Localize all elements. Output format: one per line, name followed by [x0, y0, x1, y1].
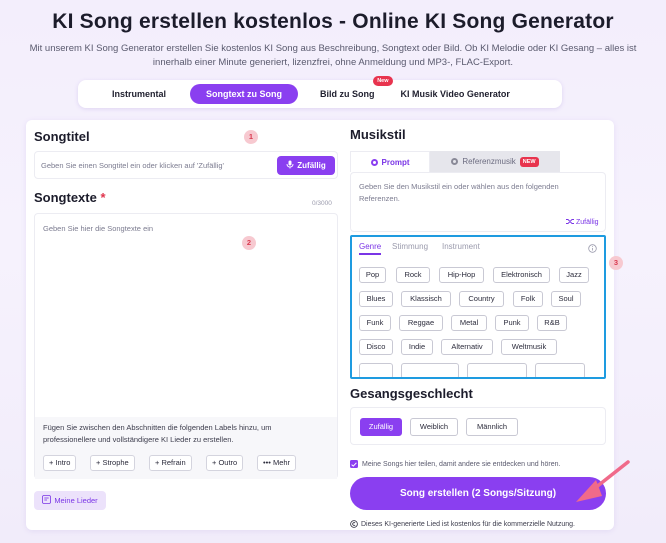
music-list-icon [42, 495, 52, 506]
musikstil-prompt-box[interactable]: Geben Sie den Musikstil ein oder wählen … [350, 172, 606, 232]
genre-chip-klassisch[interactable]: Klassisch [401, 291, 451, 307]
genre-chip-rock[interactable]: Rock [396, 267, 430, 283]
label-strophe[interactable]: + Strophe [90, 455, 135, 471]
gender-box: Zufällig Weiblich Männlich [350, 407, 606, 445]
label-more[interactable]: ••• Mehr [257, 455, 297, 471]
subtab-stimmung[interactable]: Stimmung [392, 242, 428, 251]
genre-chip-partial [467, 363, 527, 377]
info-icon[interactable] [588, 240, 597, 258]
gender-random[interactable]: Zufällig [360, 418, 402, 436]
genre-chip-elektronisch[interactable]: Elektronisch [493, 267, 550, 283]
genre-chip-hip-hop[interactable]: Hip-Hop [439, 267, 484, 283]
page-subtitle: Mit unserem KI Song Generator erstellen … [29, 43, 637, 68]
gender-female[interactable]: Weiblich [410, 418, 458, 436]
genre-chip-folk[interactable]: Folk [513, 291, 543, 307]
genre-chip-rnb[interactable]: R&B [537, 315, 567, 331]
genre-chip-country[interactable]: Country [459, 291, 504, 307]
step-badge-2: 2 [242, 236, 256, 250]
genre-chip-partial [535, 363, 585, 377]
gender-male[interactable]: Männlich [466, 418, 518, 436]
tab-songtext-zu-song[interactable]: Songtext zu Song [190, 84, 299, 104]
genre-chip-jazz[interactable]: Jazz [559, 267, 589, 283]
genre-chip-metal[interactable]: Metal [451, 315, 487, 331]
genre-chip-partial [401, 363, 459, 377]
lyrics-counter: 0/3000 [312, 200, 332, 207]
songtitle-field[interactable]: Geben Sie einen Songtitel ein oder klick… [34, 151, 338, 179]
genre-chip-disco[interactable]: Disco [359, 339, 393, 355]
page-title: KI Song erstellen kostenlos - Online KI … [52, 10, 614, 33]
genre-chip-funk[interactable]: Funk [359, 315, 391, 331]
subtab-instrument[interactable]: Instrument [442, 242, 480, 251]
songtitle-input[interactable]: Geben Sie einen Songtitel ein oder klick… [41, 161, 224, 170]
shuffle-icon [566, 218, 574, 227]
radio-unselected-icon [451, 158, 459, 165]
reference-panel: Genre Stimmung Instrument Pop Rock Hip-H… [350, 235, 606, 379]
genre-chip-reggae[interactable]: Reggae [399, 315, 443, 331]
step-badge-1: 1 [244, 130, 258, 144]
tab-ki-musik-video[interactable]: KI Musik Video Generator [389, 84, 522, 104]
lyrics-input[interactable]: Geben Sie hier die Songtexte ein [43, 224, 153, 233]
style-tab-referenzmusik[interactable]: Referenzmusik NEW [430, 151, 560, 172]
radio-selected-icon [370, 158, 378, 166]
label-outro[interactable]: + Outro [206, 455, 244, 471]
share-checkbox-row[interactable]: Meine Songs hier teilen, damit andere si… [350, 460, 560, 468]
footer-note: Dieses KI-generierte Lied ist kostenlos … [361, 520, 575, 528]
step-badge-3: 3 [609, 256, 623, 270]
label-refrain[interactable]: + Refrain [149, 455, 192, 471]
genre-chip-punk[interactable]: Punk [495, 315, 529, 331]
share-checkbox[interactable] [350, 460, 358, 468]
subtab-active-underline [359, 253, 381, 255]
genre-chip-alternativ[interactable]: Alternativ [441, 339, 493, 355]
labels-panel: Fügen Sie zwischen den Abschnitten die f… [35, 417, 337, 479]
mic-icon [286, 160, 294, 171]
gender-heading: Gesangsgeschlecht [350, 386, 473, 401]
labels-hint: Fügen Sie zwischen den Abschnitten die f… [43, 423, 272, 444]
new-badge: NEW [519, 156, 539, 167]
genre-chip-indie[interactable]: Indie [401, 339, 433, 355]
tab-bild-zu-song[interactable]: Bild zu Song New [308, 76, 393, 104]
generator-card: Songtitel 1 Geben Sie einen Songtitel ei… [26, 120, 623, 533]
mode-tabs: Instrumental Songtext zu Song Bild zu So… [78, 76, 562, 108]
check-icon [351, 461, 357, 467]
random-title-button[interactable]: Zufällig [277, 156, 335, 175]
musikstil-input[interactable]: Geben Sie den Musikstil ein oder wählen … [359, 181, 599, 205]
genre-chip-blues[interactable]: Blues [359, 291, 393, 307]
lyrics-area[interactable]: Geben Sie hier die Songtexte ein 2 Fügen… [34, 213, 338, 479]
my-songs-button[interactable]: Meine Lieder [34, 491, 106, 510]
genre-chip-partial [359, 363, 393, 377]
musikstil-heading: Musikstil [350, 127, 406, 142]
genre-chip-weltmusik[interactable]: Weltmusik [501, 339, 557, 355]
label-intro[interactable]: + Intro [43, 455, 77, 471]
subtab-genre[interactable]: Genre [359, 242, 381, 251]
random-style-button[interactable]: Zufällig [566, 218, 599, 227]
songtitle-heading: Songtitel [34, 129, 90, 144]
new-badge: New [373, 76, 393, 86]
footer-note-row: Dieses KI-generierte Lied ist kostenlos … [350, 515, 575, 533]
genre-chip-soul[interactable]: Soul [551, 291, 581, 307]
create-song-button[interactable]: Song erstellen (2 Songs/Sitzung) [350, 477, 606, 510]
lyrics-heading: Songtexte * [34, 190, 106, 205]
copyright-icon [350, 515, 358, 533]
share-label: Meine Songs hier teilen, damit andere si… [362, 460, 561, 468]
style-tab-prompt[interactable]: Prompt [350, 151, 430, 172]
tab-instrumental[interactable]: Instrumental [100, 84, 178, 104]
genre-chip-pop[interactable]: Pop [359, 267, 386, 283]
